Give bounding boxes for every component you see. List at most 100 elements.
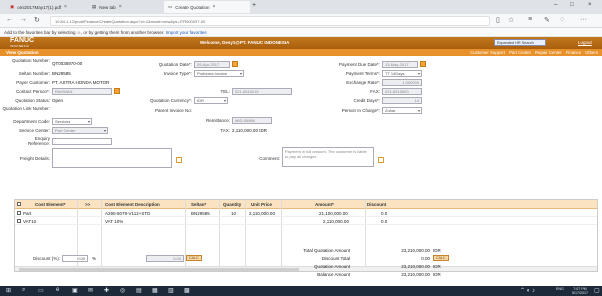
language-indicator[interactable]: ENG xyxy=(556,287,564,291)
forward-icon[interactable]: → xyxy=(20,16,27,23)
payment-due-calendar-icon[interactable] xyxy=(420,61,426,67)
calendar-icon[interactable] xyxy=(232,61,238,67)
grid-header-row: Cost Element* >> Cost Element Descriptio… xyxy=(15,200,597,209)
mail-icon[interactable]: ✉ xyxy=(88,287,93,294)
favorite-star-icon[interactable]: ☆ xyxy=(508,16,514,24)
remittance-input[interactable]: MID-55986 xyxy=(232,117,272,124)
app-icon[interactable]: ✚ xyxy=(104,287,109,294)
col-cost-element[interactable]: Cost Element* xyxy=(35,202,66,207)
calc-discount-button[interactable]: CALC xyxy=(433,255,449,261)
department-code-select[interactable]: Services xyxy=(52,118,92,125)
table-row[interactable]: Part A290-6079-V112+STD BN29585 10 2,110… xyxy=(15,209,597,217)
contact-lookup-icon[interactable] xyxy=(114,88,120,94)
credit-days-input[interactable]: 14 xyxy=(382,97,422,104)
row-checkbox[interactable] xyxy=(17,211,21,215)
total-quotation-value: 23,210,000.00 xyxy=(401,248,430,253)
tel-input[interactable]: 021-6515215 xyxy=(232,88,292,95)
fax-input[interactable]: 021-6513520 xyxy=(382,88,422,95)
payment-due-label: Payment Due Date*: xyxy=(338,62,380,67)
cell-description: A290-6079-V112+STD xyxy=(105,211,151,216)
nav-others[interactable]: Others xyxy=(585,50,598,55)
search-icon[interactable]: ⌕ xyxy=(22,287,25,294)
expanded-search-box[interactable]: Expanded HR Search xyxy=(494,39,546,46)
task-view-icon[interactable]: ▭ xyxy=(38,287,44,294)
invoice-type-label: Invoice Type*: xyxy=(163,71,192,76)
refresh-icon[interactable]: ↻ xyxy=(34,16,40,24)
notifications-icon[interactable]: ▢ xyxy=(594,287,600,294)
discount-pct-label: Discount (%): xyxy=(32,256,60,261)
nav-finance[interactable]: Finance xyxy=(566,50,581,55)
url-input[interactable]: 10.84.1.12/prod/Finance/CreateQuotation.… xyxy=(50,16,490,26)
contact-person-input[interactable]: RAHMAN xyxy=(52,88,112,95)
close-tab-icon[interactable]: × xyxy=(119,4,122,10)
table-row[interactable]: VAT10 VAT 10% 2,110,000.00 0.0 xyxy=(15,217,597,225)
top-nav-links: Customer Support Part Center Repair Cent… xyxy=(470,50,598,55)
discount-amount-input[interactable]: 0.00 xyxy=(146,255,184,262)
close-window-icon[interactable]: × xyxy=(588,2,592,8)
col-cost-element-description[interactable]: Cost Element Description xyxy=(105,202,160,207)
cell-amount: 2,110,000.00 xyxy=(323,219,349,224)
excel-icon[interactable]: ▦ xyxy=(152,287,158,294)
close-tab-icon[interactable]: × xyxy=(213,4,216,10)
close-tab-icon[interactable]: × xyxy=(64,4,67,10)
tray-icons[interactable]: ⌃ ◐ ♪ xyxy=(520,287,535,294)
select-all-checkbox[interactable] xyxy=(17,202,21,206)
tel-label: TEL: xyxy=(220,89,230,94)
reading-view-icon[interactable]: ▯ xyxy=(496,16,500,24)
pdf-app-icon[interactable]: ▤ xyxy=(136,287,142,294)
row-checkbox[interactable] xyxy=(17,219,21,223)
enquiry-reference-input[interactable] xyxy=(52,138,112,145)
col-discount[interactable]: Discount xyxy=(367,202,386,207)
fanuc-logo: FANUC INDONESIA xyxy=(10,37,34,48)
col-quantity[interactable]: Quantity xyxy=(223,202,241,207)
freight-lookup-button[interactable] xyxy=(176,157,182,163)
clock[interactable]: 7:07 PM 5/17/2017 xyxy=(568,287,592,295)
app-icon-3[interactable]: ▥ xyxy=(168,287,174,294)
minimize-icon[interactable]: – xyxy=(554,2,557,8)
quotation-currency-select[interactable]: IDR xyxy=(194,97,228,104)
invoice-type-select[interactable]: Proforma Invoice xyxy=(194,70,244,77)
tab-page-icon: ▭ xyxy=(168,4,173,9)
browser-tab-pdf[interactable]: ▣ omi2017May17(1).pdf × xyxy=(6,1,86,13)
freight-details-textarea[interactable] xyxy=(52,148,172,168)
windows-start-icon[interactable]: ⊞ xyxy=(6,287,11,294)
quotation-date-input[interactable]: 29-Apr-2017 xyxy=(194,61,230,68)
payment-due-input[interactable]: 13-May-2017 xyxy=(382,61,418,68)
col-amount[interactable]: Amount* xyxy=(315,202,334,207)
col-expand[interactable]: >> xyxy=(85,202,90,207)
discount-pct-input[interactable]: 0.00 xyxy=(62,255,88,262)
share-icon[interactable]: ◌ xyxy=(560,16,564,23)
calc-button[interactable]: CALC xyxy=(186,255,202,261)
hub-icon[interactable]: ≡ xyxy=(528,16,532,23)
import-favorites-link[interactable]: Import your favorites xyxy=(166,30,207,35)
notes-icon[interactable]: ✎ xyxy=(544,16,550,24)
nav-customer-support[interactable]: Customer Support xyxy=(470,50,505,55)
seltan-number: BN29585 xyxy=(52,71,71,76)
nav-repair-center[interactable]: Repair Center xyxy=(535,50,562,55)
page-title: View Quotation xyxy=(6,50,39,55)
cell-cost-element: Part xyxy=(23,211,32,216)
app-icon-2[interactable]: ◎ xyxy=(120,287,125,294)
discount-total-value: 0.00 xyxy=(421,256,430,261)
logout-link[interactable]: Logout xyxy=(578,40,592,45)
edge-icon[interactable]: e xyxy=(56,287,59,293)
payment-terms-select[interactable]: TT 14Days xyxy=(382,70,422,77)
app-icon-4[interactable]: ▩ xyxy=(184,287,190,294)
store-icon[interactable]: ▣ xyxy=(72,287,78,294)
back-icon[interactable]: ← xyxy=(6,16,13,23)
maximize-icon[interactable]: □ xyxy=(570,2,574,8)
more-icon[interactable]: ··· xyxy=(580,16,587,23)
col-seltan[interactable]: Seltan* xyxy=(191,202,206,207)
expanded-search-label: Expanded HR Search xyxy=(497,41,534,45)
browser-tab-create-quotation[interactable]: ▭ Create Quotation × xyxy=(164,1,250,13)
browser-tab-new[interactable]: ▤ New tab × xyxy=(88,1,162,13)
nav-part-center[interactable]: Part Center xyxy=(509,50,531,55)
comment-textarea[interactable]: Payment in full amount. The customer is … xyxy=(282,147,374,167)
service-center-select[interactable]: Part Center xyxy=(52,127,108,134)
person-in-charge-select[interactable]: Zuhar xyxy=(382,107,422,114)
col-unit-price[interactable]: Unit Price xyxy=(251,202,272,207)
cell-discount: 0.0 xyxy=(381,211,388,216)
new-tab-button[interactable]: + xyxy=(252,2,256,9)
exchange-rate-input[interactable]: 1.000000 xyxy=(382,79,422,86)
comment-lookup-button[interactable] xyxy=(378,157,384,163)
